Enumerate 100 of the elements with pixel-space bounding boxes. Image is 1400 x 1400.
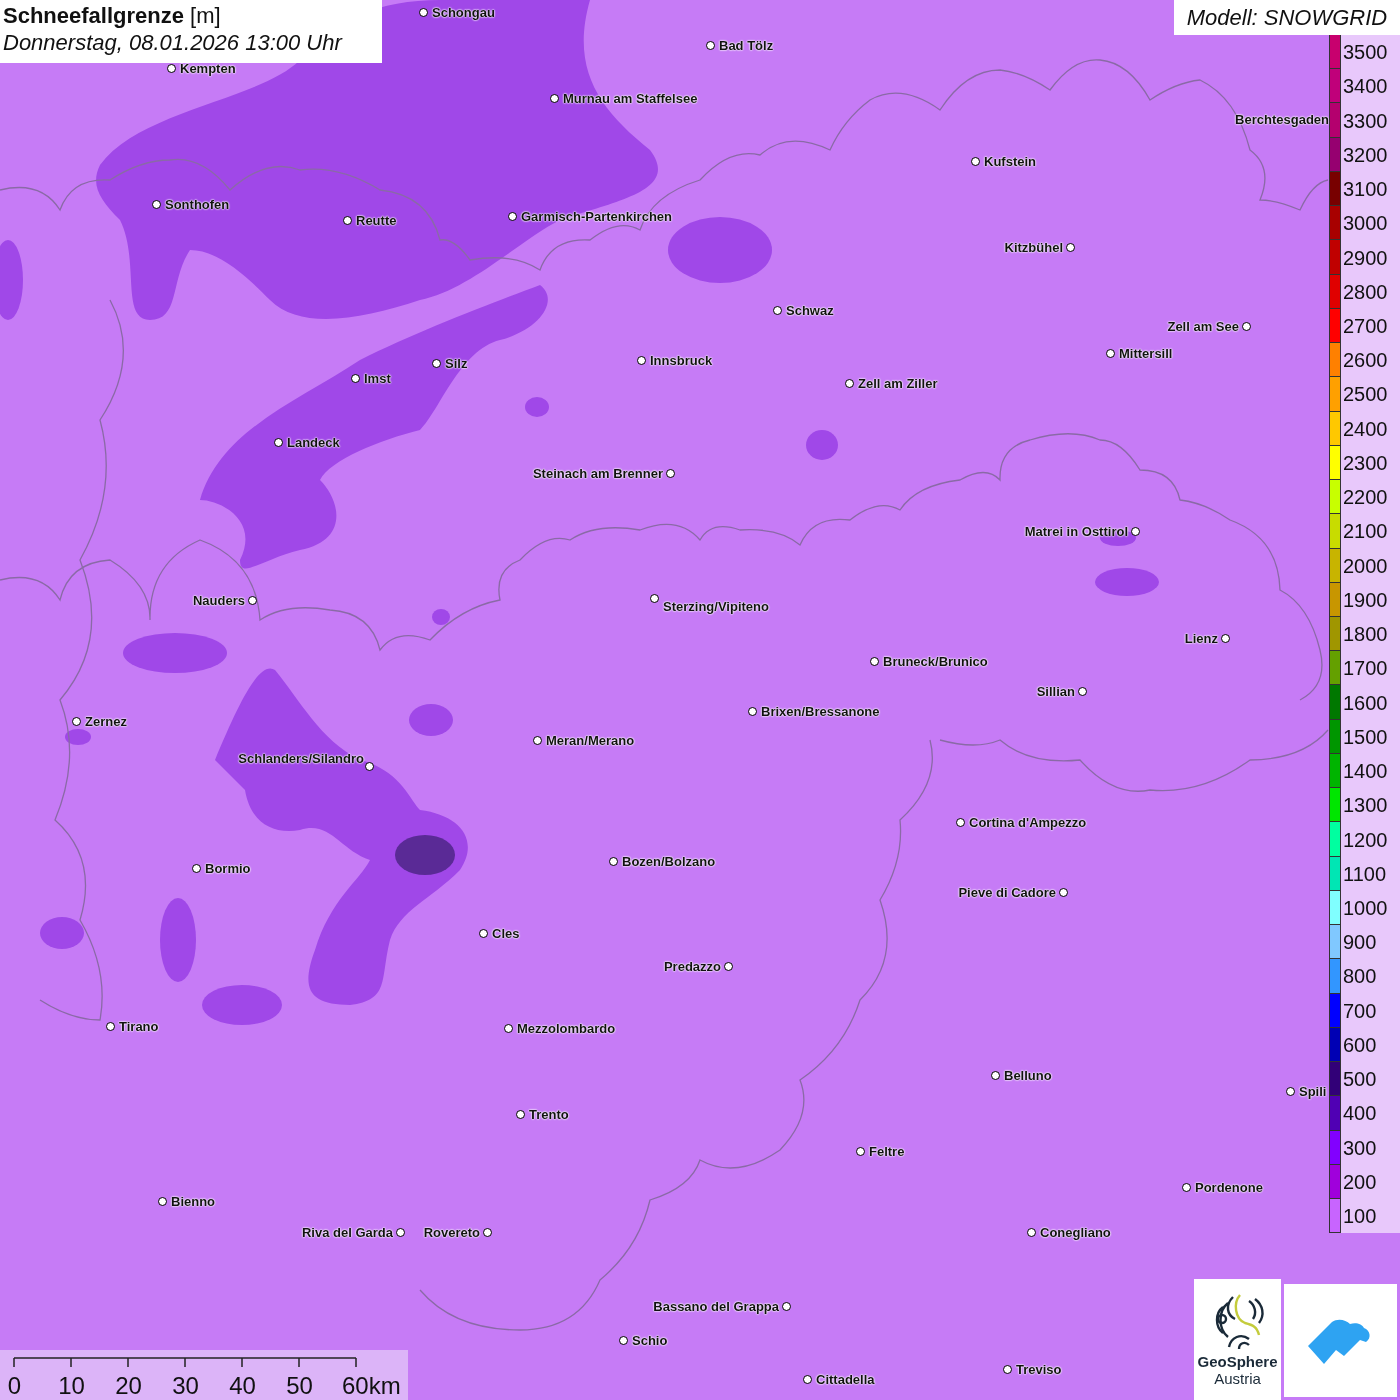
city-marker-icon bbox=[803, 1375, 812, 1384]
legend-label: 3300 bbox=[1343, 109, 1388, 132]
legend-label: 1300 bbox=[1343, 794, 1388, 817]
city-marker-icon bbox=[365, 762, 374, 771]
city-marker-icon bbox=[1242, 322, 1251, 331]
legend-label: 300 bbox=[1343, 1136, 1377, 1159]
map-title: Schneefallgrenze [m] bbox=[3, 2, 222, 29]
legend-label: 2500 bbox=[1343, 383, 1388, 406]
city-marker-icon bbox=[637, 356, 646, 365]
city-label: Conegliano bbox=[1040, 1225, 1111, 1240]
city-marker-icon bbox=[956, 818, 965, 827]
city-label: Reutte bbox=[356, 213, 397, 228]
city-marker-icon bbox=[72, 717, 81, 726]
city-label: Innsbruck bbox=[650, 353, 713, 368]
legend-label: 1700 bbox=[1343, 657, 1388, 680]
city-label: Pieve di Cadore bbox=[958, 885, 1056, 900]
city-label: Cles bbox=[492, 926, 520, 941]
legend-label: 3200 bbox=[1343, 143, 1388, 166]
legend-label: 1800 bbox=[1343, 623, 1388, 646]
city-marker-icon bbox=[782, 1302, 791, 1311]
city-label: Treviso bbox=[1016, 1362, 1062, 1377]
legend-label: 3100 bbox=[1343, 178, 1388, 201]
city-marker-icon bbox=[1106, 349, 1115, 358]
city-label: Zell am See bbox=[1167, 319, 1239, 334]
legend-label: 400 bbox=[1343, 1102, 1377, 1125]
city-label: Berchtesgaden bbox=[1235, 112, 1329, 127]
city-label: Brixen/Bressanone bbox=[761, 704, 880, 719]
legend-label: 2100 bbox=[1343, 520, 1388, 543]
city-marker-icon bbox=[856, 1147, 865, 1156]
legend-label: 3400 bbox=[1343, 75, 1388, 98]
legend-label: 2300 bbox=[1343, 451, 1388, 474]
legend-label: 1500 bbox=[1343, 725, 1388, 748]
city-marker-icon bbox=[432, 359, 441, 368]
model-label: Modell: SNOWGRID bbox=[1174, 0, 1400, 35]
city-label: Kempten bbox=[180, 61, 236, 76]
legend-label: 2200 bbox=[1343, 486, 1388, 509]
city-label: Tirano bbox=[119, 1019, 159, 1034]
city-marker-icon bbox=[419, 8, 428, 17]
legend-label: 1100 bbox=[1343, 862, 1386, 885]
city-marker-icon bbox=[508, 212, 517, 221]
city-label: Riva del Garda bbox=[301, 1225, 393, 1240]
city-marker-icon bbox=[1066, 243, 1075, 252]
city-label: Lienz bbox=[1184, 631, 1218, 646]
city-label: Landeck bbox=[287, 435, 340, 450]
city-label: Schlanders/Silandro bbox=[238, 751, 364, 766]
city-marker-icon bbox=[650, 594, 659, 603]
city-label: Bozen/Bolzano bbox=[622, 854, 716, 869]
city-marker-icon bbox=[248, 596, 257, 605]
city-marker-icon bbox=[1027, 1228, 1036, 1237]
legend-label: 600 bbox=[1343, 1033, 1377, 1056]
legend-label: 700 bbox=[1343, 999, 1377, 1022]
legend-label: 100 bbox=[1343, 1205, 1377, 1228]
city-marker-icon bbox=[619, 1336, 628, 1345]
legend-label: 2900 bbox=[1343, 246, 1388, 269]
forecast-datetime: Donnerstag, 08.01.2026 13:00 Uhr bbox=[3, 29, 344, 57]
city-marker-icon bbox=[516, 1110, 525, 1119]
city-label: Bruneck/Brunico bbox=[883, 654, 988, 669]
city-label: Kitzbühel bbox=[1004, 240, 1063, 255]
legend-label: 1600 bbox=[1343, 691, 1388, 714]
legend-label: 200 bbox=[1343, 1170, 1377, 1193]
logo-text: GeoSphere bbox=[1197, 1353, 1278, 1370]
city-marker-icon bbox=[706, 41, 715, 50]
logo-text: Austria bbox=[1214, 1370, 1261, 1387]
city-marker-icon bbox=[748, 707, 757, 716]
city-marker-icon bbox=[1131, 527, 1140, 536]
city-label: Bassano del Grappa bbox=[653, 1299, 779, 1314]
city-marker-icon bbox=[1221, 634, 1230, 643]
city-label: Schio bbox=[632, 1333, 668, 1348]
city-marker-icon bbox=[845, 379, 854, 388]
city-label: Bad Tölz bbox=[719, 38, 774, 53]
legend-label: 900 bbox=[1343, 931, 1377, 954]
scale-label: 50 bbox=[286, 1372, 313, 1400]
city-marker-icon bbox=[533, 736, 542, 745]
city-label: Murnau am Staffelsee bbox=[563, 91, 698, 106]
legend-label: 2700 bbox=[1343, 315, 1388, 337]
city-label: Mittersill bbox=[1119, 346, 1173, 361]
city-marker-icon bbox=[724, 962, 733, 971]
city-marker-icon bbox=[1003, 1365, 1012, 1374]
city-marker-icon bbox=[1182, 1183, 1191, 1192]
city-label: Cittadella bbox=[816, 1372, 875, 1387]
city-marker-icon bbox=[1286, 1087, 1295, 1096]
city-label: Feltre bbox=[869, 1144, 905, 1159]
city-marker-icon bbox=[396, 1228, 405, 1237]
scale-label: 20 bbox=[115, 1372, 142, 1400]
city-label: Imst bbox=[364, 371, 391, 386]
scale-label: 60km bbox=[342, 1372, 401, 1400]
legend-label: 2600 bbox=[1343, 349, 1388, 372]
city-marker-icon bbox=[152, 200, 161, 209]
legend-label: 2800 bbox=[1343, 280, 1388, 303]
city-marker-icon bbox=[550, 94, 559, 103]
city-label: Zernez bbox=[85, 714, 127, 729]
city-label: Trento bbox=[529, 1107, 569, 1122]
city-label: Nauders bbox=[192, 593, 245, 608]
city-marker-icon bbox=[343, 216, 352, 225]
city-marker-icon bbox=[192, 864, 201, 873]
city-label: Rovereto bbox=[423, 1225, 480, 1240]
city-marker-icon bbox=[1078, 687, 1087, 696]
city-label: Bormio bbox=[205, 861, 251, 876]
scale-label: 10 bbox=[58, 1372, 85, 1400]
city-label: Spili bbox=[1299, 1084, 1327, 1099]
